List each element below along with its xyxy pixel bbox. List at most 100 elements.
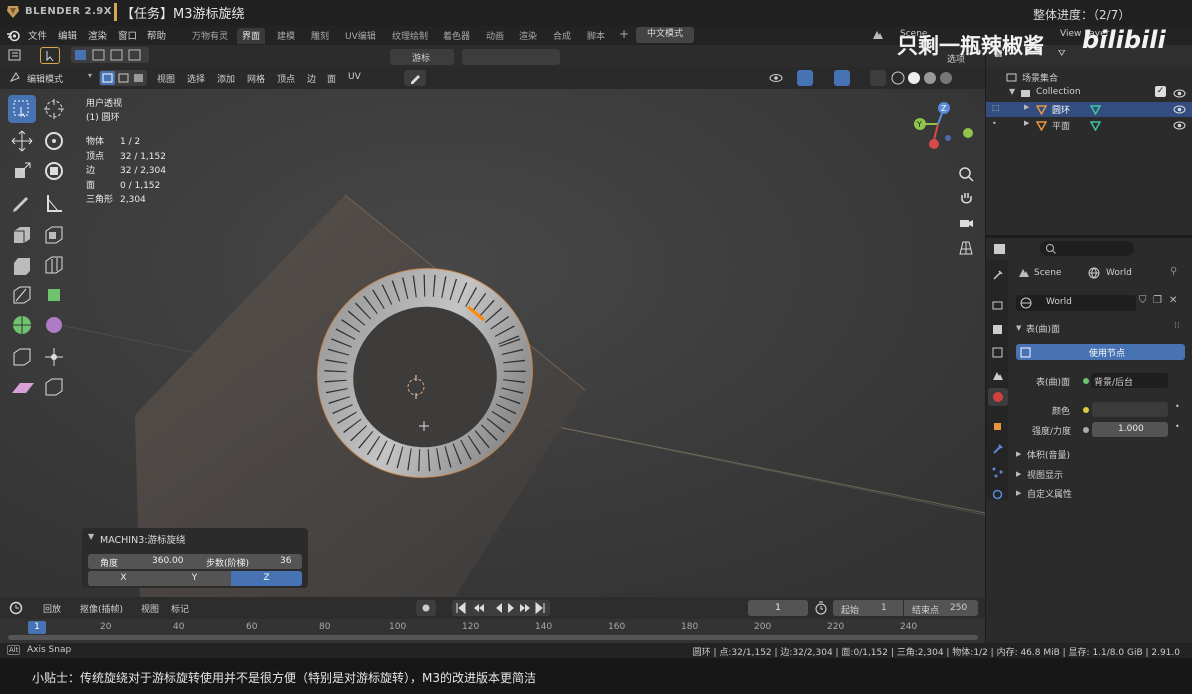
axis-z-button[interactable]: Z [231, 571, 302, 586]
outliner-filter-icon[interactable]: ⛛ [1058, 49, 1066, 59]
smooth-tool-icon[interactable] [40, 311, 68, 339]
measure-tool-icon[interactable] [40, 189, 68, 217]
mode-dropdown[interactable]: 编辑模式 [27, 72, 63, 85]
surface-shader-field[interactable]: 背景/后台 [1091, 373, 1168, 388]
stopwatch-icon[interactable] [814, 601, 828, 615]
visibility-icon[interactable] [769, 71, 783, 85]
menu-marker[interactable]: 标记 [171, 602, 189, 615]
breadcrumb-scene[interactable]: Scene [1034, 268, 1061, 278]
menu-mesh[interactable]: 网格 [247, 72, 265, 85]
record-keyframe-button[interactable] [416, 600, 436, 616]
render-tab-icon[interactable] [991, 299, 1004, 312]
section-expand-icon[interactable]: ▶ [1016, 470, 1021, 478]
expand-arrow-icon[interactable]: ▼ [1009, 87, 1015, 96]
section-expand-icon[interactable]: ▶ [1016, 489, 1021, 497]
inset-tool-icon[interactable] [40, 221, 68, 249]
section-viewport-display[interactable]: 视图显示 [1027, 468, 1063, 481]
mesh-data-icon[interactable] [1090, 120, 1101, 131]
tab-workspace-8[interactable]: 渲染 [514, 28, 542, 44]
panel-collapse-icon[interactable]: ▼ [88, 532, 94, 541]
proportional-edit-icon[interactable] [488, 49, 560, 65]
annotate-tool-icon[interactable] [8, 189, 36, 217]
start-frame-field[interactable]: 起始 1 [833, 600, 903, 616]
move-tool-icon[interactable] [8, 127, 36, 155]
edge-slide-tool-icon[interactable] [8, 343, 36, 371]
tab-workspace-3[interactable]: 雕刻 [306, 28, 334, 44]
section-volume[interactable]: 体积(音量) [1027, 448, 1070, 461]
outliner-row-torus[interactable]: ⬚ ▶ 圆环 [986, 102, 1192, 117]
select-element-modes[interactable] [99, 70, 147, 86]
loop-cut-tool-icon[interactable] [40, 251, 68, 279]
fake-user-shield-icon[interactable]: ⛉ [1139, 295, 1147, 306]
modifier-tab-icon[interactable] [991, 443, 1004, 456]
transform-tool-icon[interactable] [40, 157, 68, 185]
menu-edge[interactable]: 边 [307, 72, 316, 85]
3d-viewport[interactable] [0, 45, 985, 597]
object-tab-icon[interactable] [991, 420, 1004, 433]
navigation-gizmo[interactable]: Z Y [906, 100, 978, 156]
keyframe-dot-icon[interactable]: • [1175, 402, 1180, 411]
eye-icon[interactable] [1173, 104, 1186, 115]
physics-tab-icon[interactable] [991, 488, 1004, 501]
menu-playback[interactable]: 回放 [43, 602, 61, 615]
playhead-marker[interactable]: 1 [28, 621, 46, 634]
menu-render[interactable]: 渲染 [88, 28, 107, 42]
mesh-data-icon[interactable] [1090, 104, 1101, 115]
unlink-close-icon[interactable]: ✕ [1169, 295, 1177, 306]
tab-workspace-0[interactable]: 万物有灵 [187, 28, 233, 44]
spin-tool-icon[interactable] [8, 311, 36, 339]
gizmo-toggle-icon[interactable] [797, 70, 813, 86]
bevel-tool-icon[interactable] [8, 251, 36, 279]
rotate-tool-icon[interactable] [40, 127, 68, 155]
section-surface-header[interactable]: 表(曲)面 [1026, 322, 1060, 335]
tab-workspace-7[interactable]: 动画 [481, 28, 509, 44]
collection-checkbox[interactable]: ✓ [1155, 86, 1166, 97]
timeline-editor-icon[interactable] [9, 601, 23, 615]
editor-type-button[interactable] [8, 48, 32, 63]
breadcrumb-world[interactable]: World [1106, 268, 1132, 278]
menu-keying[interactable]: 抠像(插帧) [80, 602, 123, 615]
scene-tab-icon[interactable] [991, 369, 1004, 382]
perspective-grid-icon[interactable] [958, 240, 974, 256]
menu-edit[interactable]: 编辑 [58, 28, 77, 42]
angle-field[interactable]: 360.00 [152, 556, 184, 566]
keyframe-dot-icon[interactable]: • [1175, 422, 1180, 431]
eye-icon[interactable] [1173, 88, 1186, 99]
blender-logo-icon[interactable] [7, 29, 20, 42]
particles-tab-icon[interactable] [991, 466, 1004, 479]
outliner-row-plane[interactable]: • ▶ 平面 [986, 118, 1192, 133]
select-box-tool-icon[interactable] [8, 95, 36, 123]
timeline-ruler[interactable]: 1 20 40 60 80 100 120 140 160 180 200 22… [0, 619, 985, 643]
shrink-fatten-tool-icon[interactable] [40, 343, 68, 371]
extrude-tool-icon[interactable] [8, 221, 36, 249]
tab-workspace-5[interactable]: 纹理绘制 [387, 28, 433, 44]
tab-workspace-9[interactable]: 合成 [548, 28, 576, 44]
menu-vertex[interactable]: 顶点 [277, 72, 295, 85]
menu-face[interactable]: 面 [327, 72, 336, 85]
pin-icon[interactable]: ⚲ [1170, 266, 1177, 277]
axis-x-button[interactable]: X [88, 571, 159, 586]
select-mode-button[interactable] [40, 47, 60, 64]
edit-mode-indicator-icon[interactable]: ⬚ [992, 103, 1000, 112]
menu-help[interactable]: 帮助 [147, 28, 166, 42]
menu-select[interactable]: 选择 [187, 72, 205, 85]
current-frame-field[interactable]: 1 [748, 600, 808, 616]
pivot-point-dropdown[interactable]: 游标 [390, 49, 454, 65]
color-swatch[interactable] [1092, 402, 1168, 417]
expand-arrow-icon[interactable]: ▶ [1024, 103, 1029, 111]
timeline-scrollbar[interactable] [8, 635, 978, 640]
drag-handle-icon[interactable]: ⁞⁞ [1174, 321, 1180, 331]
end-frame-field[interactable]: 结束点 250 [904, 600, 978, 616]
section-expand-icon[interactable]: ▼ [1016, 324, 1021, 332]
properties-search-input[interactable] [1040, 241, 1134, 256]
shear-tool-icon[interactable] [8, 373, 36, 401]
pan-hand-icon[interactable] [958, 190, 974, 206]
tab-workspace-4[interactable]: UV编辑 [340, 28, 381, 44]
menu-view[interactable]: 视图 [157, 72, 175, 85]
eye-icon[interactable] [1173, 120, 1186, 131]
add-workspace-icon[interactable]: + [619, 27, 629, 41]
menu-uv[interactable]: UV [348, 72, 361, 82]
expand-arrow-icon[interactable]: ▶ [1024, 119, 1029, 127]
outliner-row-collection[interactable]: ▼ Collection ✓ [986, 86, 1192, 101]
tab-workspace-10[interactable]: 脚本 [582, 28, 610, 44]
